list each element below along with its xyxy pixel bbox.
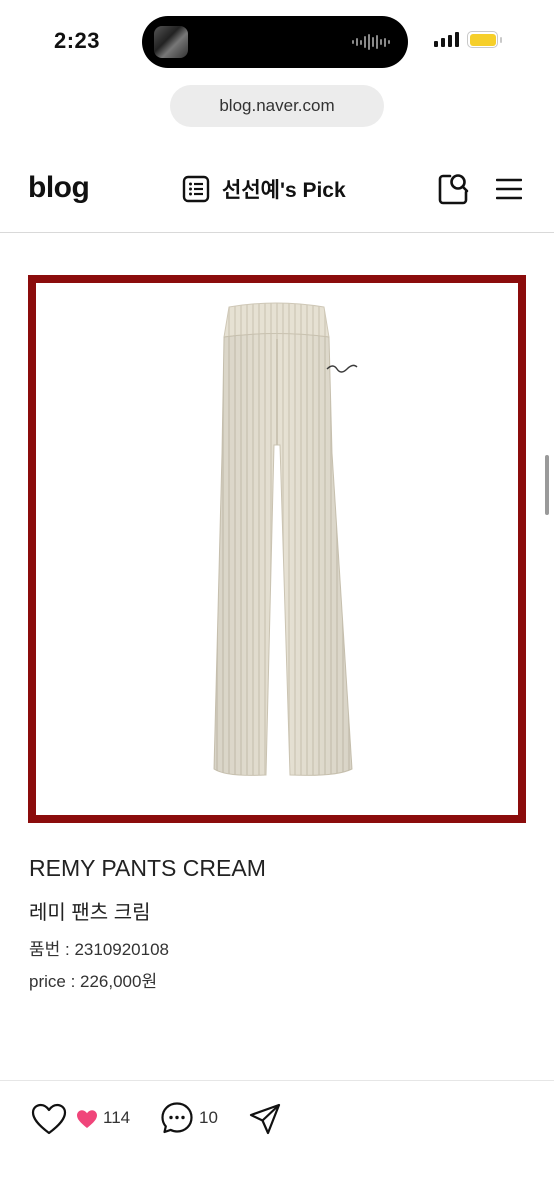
list-icon — [182, 175, 210, 203]
blog-title[interactable]: 선선예's Pick — [182, 174, 346, 204]
heart-filled-icon — [77, 1110, 97, 1128]
product-image-frame — [28, 275, 526, 823]
comment-icon[interactable] — [160, 1101, 194, 1135]
search-icon[interactable] — [437, 172, 469, 206]
battery-icon — [467, 31, 498, 48]
menu-icon[interactable] — [496, 177, 522, 201]
cellular-signal-icon — [434, 32, 459, 47]
scrollbar[interactable] — [545, 455, 549, 515]
blog-header: blog 선선예's Pick — [0, 150, 554, 233]
share-icon[interactable] — [248, 1102, 282, 1136]
dynamic-island[interactable] — [142, 16, 408, 68]
battery-tip — [500, 37, 502, 43]
product-item-number: 품번 : 2310920108 — [29, 940, 169, 959]
product-price: price : 226,000원 — [29, 972, 158, 991]
comment-count[interactable]: 10 — [199, 1108, 218, 1128]
like-count[interactable]: 114 — [103, 1108, 130, 1128]
status-bar: 2:23 — [0, 0, 554, 80]
post-action-bar: 114 10 — [0, 1081, 554, 1161]
now-playing-thumbnail — [154, 26, 188, 58]
blog-logo[interactable]: blog — [28, 171, 90, 205]
pants-image[interactable] — [36, 283, 518, 815]
heart-icon[interactable] — [31, 1103, 67, 1135]
status-time: 2:23 — [54, 28, 101, 53]
product-name-en: REMY PANTS CREAM — [29, 855, 266, 881]
blog-title-text: 선선예's Pick — [222, 179, 346, 202]
product-name-ko: 레미 팬츠 크림 — [29, 902, 151, 924]
audio-wave-icon — [352, 34, 390, 50]
address-bar[interactable]: blog.naver.com — [170, 85, 384, 127]
